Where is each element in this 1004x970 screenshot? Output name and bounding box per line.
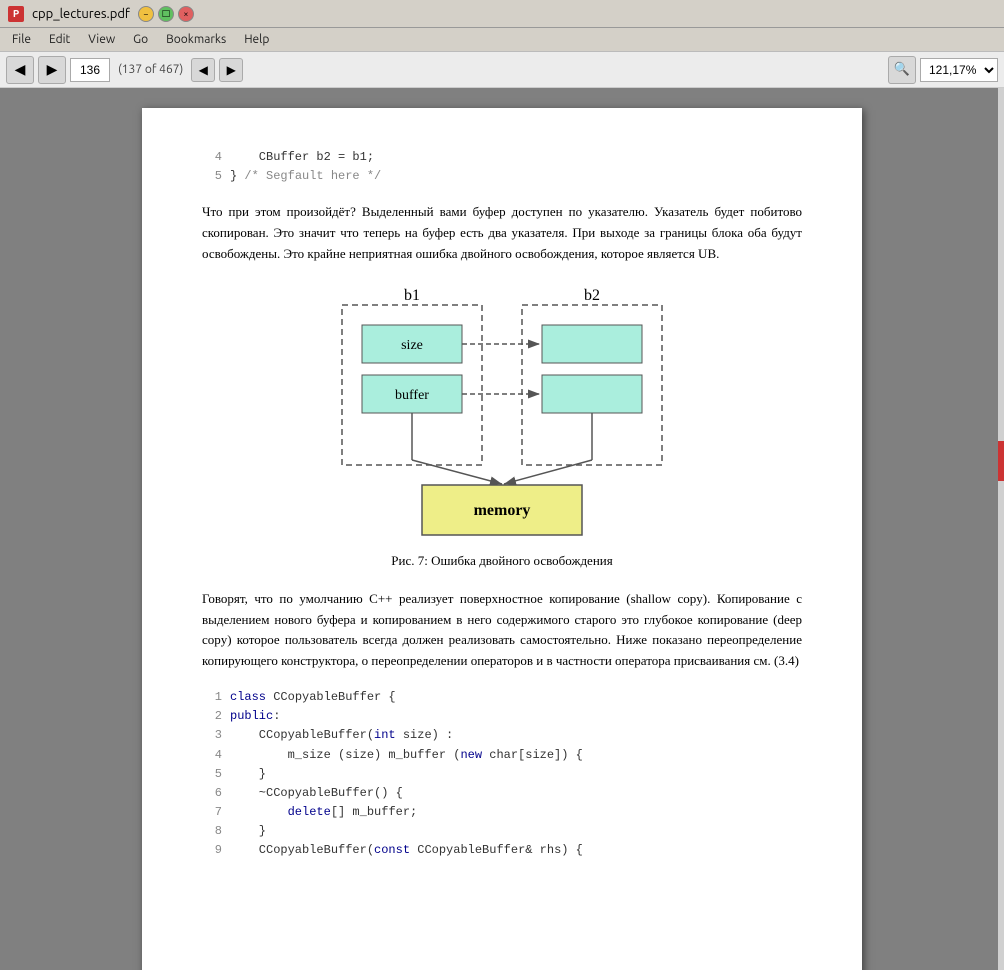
code-text-b1: class CCopyableBuffer { (230, 688, 396, 707)
page-info: (137 of 467) (114, 63, 187, 76)
code-line-b7: 7 delete[] m_buffer; (202, 803, 802, 822)
paragraph-2-text: Говорят, что по умолчанию C++ реализует … (202, 591, 802, 668)
menu-bookmarks[interactable]: Bookmarks (158, 31, 234, 48)
code-text-b2: public: (230, 707, 280, 726)
scroll-thumb[interactable] (998, 441, 1004, 481)
app-icon: P (8, 6, 24, 22)
line-num-5: 5 (202, 167, 222, 186)
code-text-4: CBuffer b2 = b1; (230, 148, 374, 167)
window-title: cpp_lectures.pdf (32, 7, 130, 21)
paragraph-1: Что при этом произойдёт? Выделенный вами… (202, 202, 802, 264)
code-line-b2: 2 public: (202, 707, 802, 726)
titlebar: P cpp_lectures.pdf − □ × (0, 0, 1004, 28)
menu-view[interactable]: View (80, 31, 123, 48)
code-line-b4: 4 m_size (size) m_buffer (new char[size]… (202, 746, 802, 765)
code-line-b1: 1 class CCopyableBuffer { (202, 688, 802, 707)
maximize-button[interactable]: □ (158, 6, 174, 22)
code-line-4: 4 CBuffer b2 = b1; (202, 148, 802, 167)
svg-text:b2: b2 (584, 287, 600, 304)
diagram-container: b1 size buffer b2 (202, 285, 802, 569)
search-button[interactable]: 🔍 (888, 56, 916, 84)
code-text-b4: m_size (size) m_buffer (new char[size]) … (230, 746, 583, 765)
page-number-input[interactable]: 136 (70, 58, 110, 82)
code-text-b5: } (230, 765, 266, 784)
code-text-b3: CCopyableBuffer(int size) : (230, 726, 453, 745)
line-num-b9: 9 (202, 841, 222, 860)
code-block-top: 4 CBuffer b2 = b1; 5 } /* Segfault here … (202, 148, 802, 186)
line-num-b8: 8 (202, 822, 222, 841)
svg-text:b1: b1 (404, 287, 420, 304)
line-num-b4: 4 (202, 746, 222, 765)
forward-button[interactable]: ▶ (38, 56, 66, 84)
toolbar: ◀ ▶ 136 (137 of 467) ◀ ▶ 🔍 121,17% 100% … (0, 52, 1004, 88)
prev-page-button[interactable]: ◀ (191, 58, 215, 82)
next-page-button[interactable]: ▶ (219, 58, 243, 82)
svg-text:buffer: buffer (395, 388, 429, 403)
code-block-bottom: 1 class CCopyableBuffer { 2 public: 3 CC… (202, 688, 802, 861)
menu-go[interactable]: Go (125, 31, 156, 48)
menu-edit[interactable]: Edit (41, 31, 78, 48)
line-num-b7: 7 (202, 803, 222, 822)
line-num-b1: 1 (202, 688, 222, 707)
code-line-b5: 5 } (202, 765, 802, 784)
scroll-indicator[interactable] (998, 88, 1004, 970)
pdf-page: 4 CBuffer b2 = b1; 5 } /* Segfault here … (142, 108, 862, 970)
code-line-b6: 6 ~CCopyableBuffer() { (202, 784, 802, 803)
line-num-4: 4 (202, 148, 222, 167)
minimize-button[interactable]: − (138, 6, 154, 22)
line-num-b6: 6 (202, 784, 222, 803)
code-line-b8: 8 } (202, 822, 802, 841)
diagram-svg: b1 size buffer b2 (312, 285, 692, 545)
paragraph-2: Говорят, что по умолчанию C++ реализует … (202, 589, 802, 672)
diagram-caption: Рис. 7: Ошибка двойного освобождения (391, 553, 612, 569)
content-area[interactable]: 4 CBuffer b2 = b1; 5 } /* Segfault here … (0, 88, 1004, 970)
paragraph-1-text: Что при этом произойдёт? Выделенный вами… (202, 204, 802, 261)
svg-text:memory: memory (474, 502, 531, 519)
window-controls: − □ × (138, 6, 194, 22)
svg-text:size: size (401, 338, 423, 353)
code-text-b7: delete[] m_buffer; (230, 803, 417, 822)
close-button[interactable]: × (178, 6, 194, 22)
zoom-select[interactable]: 121,17% 100% 75% 150% (920, 58, 998, 82)
code-text-b9: CCopyableBuffer(const CCopyableBuffer& r… (230, 841, 583, 860)
menu-file[interactable]: File (4, 31, 39, 48)
code-line-5: 5 } /* Segfault here */ (202, 167, 802, 186)
code-text-5: } /* Segfault here */ (230, 167, 381, 186)
line-num-b5: 5 (202, 765, 222, 784)
menu-help[interactable]: Help (236, 31, 277, 48)
code-text-b8: } (230, 822, 266, 841)
back-button[interactable]: ◀ (6, 56, 34, 84)
line-num-b3: 3 (202, 726, 222, 745)
line-num-b2: 2 (202, 707, 222, 726)
code-line-b9: 9 CCopyableBuffer(const CCopyableBuffer&… (202, 841, 802, 860)
menubar: File Edit View Go Bookmarks Help (0, 28, 1004, 52)
code-text-b6: ~CCopyableBuffer() { (230, 784, 403, 803)
code-line-b3: 3 CCopyableBuffer(int size) : (202, 726, 802, 745)
